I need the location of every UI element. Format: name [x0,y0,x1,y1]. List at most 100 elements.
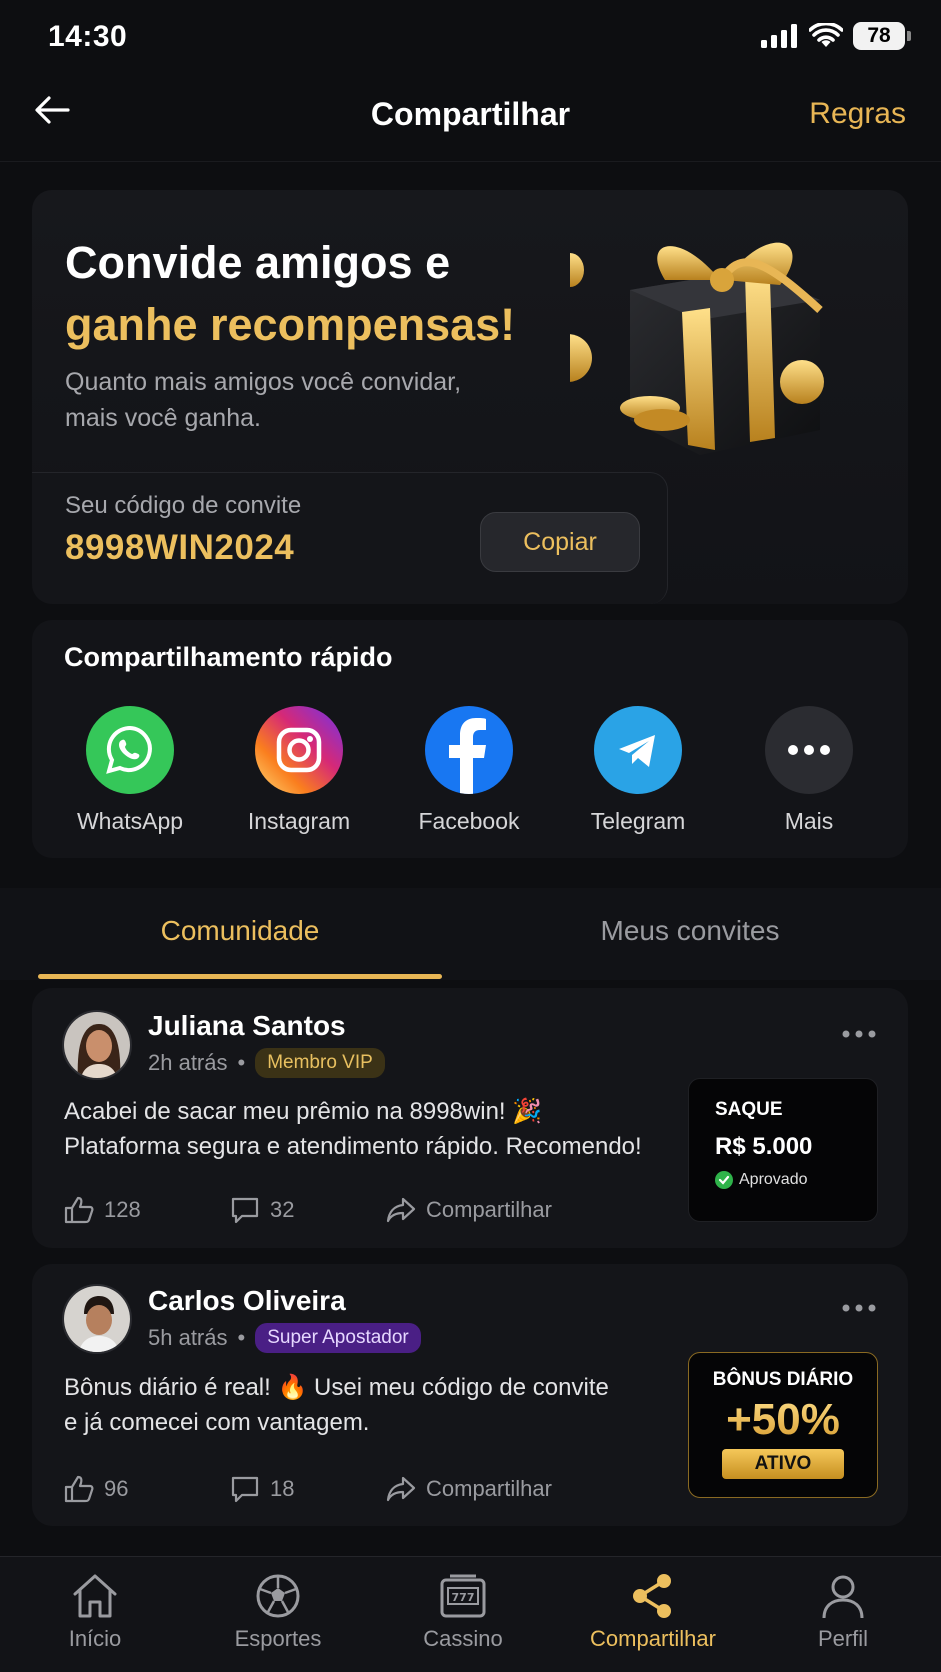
share-label: Compartilhar [426,1476,552,1501]
share-icon [386,1197,416,1223]
nav-home[interactable]: Início [20,1572,170,1652]
signal-icon [761,24,797,48]
hero-headline-line1: Convide amigos e [65,237,451,288]
copy-code-button[interactable]: Copiar [480,512,640,572]
post-text-line2: Plataforma segura e atendimento rápido. … [64,1133,642,1160]
hero-headline-line2: ganhe recompensas! [65,299,516,350]
comment-button[interactable]: 32 [230,1196,294,1224]
instagram-icon [255,706,343,794]
share-telegram[interactable]: Telegram [573,706,703,835]
quick-share-title: Compartilhamento rápido [64,642,393,672]
share-label: WhatsApp [76,808,184,834]
post-author[interactable]: Juliana Santos [148,1010,346,1042]
comment-count: 18 [270,1476,295,1501]
invite-code-label: Seu código de convite [65,492,302,519]
check-circle-icon [715,1171,733,1189]
thumbs-up-icon [64,1475,94,1503]
status-badge: Membro VIP [255,1048,385,1078]
withdrawal-status-label: Aprovado [739,1171,808,1188]
soccer-ball-icon [256,1574,300,1618]
telegram-icon [594,706,682,794]
battery-indicator: 78 [853,22,911,50]
post-text: Bônus diário é real! 🔥 Usei meu código d… [64,1370,609,1440]
like-count: 96 [104,1476,129,1501]
whatsapp-icon [86,706,174,794]
nav-casino[interactable]: 777 Cassino [388,1572,538,1652]
nav-profile[interactable]: Perfil [768,1572,918,1652]
wifi-icon [809,23,843,47]
hero-subtitle: Quanto mais amigos você convidar, mais v… [65,364,461,436]
rules-link[interactable]: Regras [809,97,906,131]
comment-icon [231,1476,259,1503]
post-time: 5h atrás [148,1325,228,1350]
share-label: Telegram [590,808,686,834]
share-label: Compartilhar [426,1197,552,1222]
share-instagram[interactable]: Instagram [234,706,364,835]
like-button[interactable]: 128 [64,1196,141,1224]
gift-box-illustration [570,242,824,455]
comment-icon [231,1197,259,1224]
user-icon [822,1575,864,1619]
like-count: 128 [104,1197,141,1222]
page-title: Compartilhar [370,96,571,132]
post-text: Acabei de sacar meu prêmio na 8998win! 🎉… [64,1094,642,1164]
share-label: Instagram [247,808,351,834]
svg-text:777: 777 [452,1591,475,1604]
status-badge: Super Apostador [255,1323,421,1353]
status-icons: 78 [761,22,911,50]
bonus-value: +50% [689,1395,877,1445]
nav-label: Compartilhar [590,1626,716,1651]
tab-community[interactable]: Comunidade [38,915,442,947]
withdrawal-card[interactable]: SAQUE R$ 5.000 Aprovado [688,1078,878,1222]
invite-code-value[interactable]: 8998WIN2024 [65,528,294,568]
daily-bonus-card[interactable]: BÔNUS DIÁRIO +50% ATIVO [688,1352,878,1498]
avatar[interactable] [62,1010,132,1080]
post-options-button[interactable] [842,1288,876,1320]
nav-share[interactable]: Compartilhar [578,1572,728,1652]
share-more[interactable]: Mais [744,706,874,835]
tab-my-invites[interactable]: Meus convites [490,915,890,947]
status-time: 14:30 [48,20,128,53]
facebook-icon [425,706,513,794]
nav-label: Perfil [817,1626,869,1651]
share-facebook[interactable]: Facebook [404,706,534,835]
hero-headline: Convide amigos e ganhe recompensas! [65,232,515,356]
post-share-button[interactable]: Compartilhar [386,1475,552,1503]
post-text-line1: Acabei de sacar meu prêmio na 8998win! 🎉 [64,1098,543,1125]
withdrawal-status: Aprovado [715,1171,877,1189]
comment-count: 32 [270,1197,295,1222]
bonus-status: ATIVO [722,1449,844,1479]
more-horizontal-icon [842,1304,876,1312]
post-author[interactable]: Carlos Oliveira [148,1285,346,1317]
more-icon [765,706,853,794]
share-icon [633,1574,671,1618]
separator-dot: • [237,1050,246,1075]
post-share-button[interactable]: Compartilhar [386,1196,552,1224]
comment-button[interactable]: 18 [230,1475,294,1503]
post-text-line1: Bônus diário é real! 🔥 Usei meu código d… [64,1374,609,1401]
slot-machine-icon: 777 [440,1574,486,1618]
home-icon [73,1574,117,1618]
share-icon [386,1476,416,1502]
post-meta: 2h atrás • Membro VIP [148,1048,385,1078]
post-text-line2: e já comecei com vantagem. [64,1409,370,1436]
more-horizontal-icon [842,1030,876,1038]
nav-label: Início [68,1626,122,1651]
share-label: Mais [784,808,834,834]
share-whatsapp[interactable]: WhatsApp [65,706,195,835]
separator-dot: • [237,1325,246,1350]
post-time: 2h atrás [148,1050,228,1075]
hero-subtitle-line1: Quanto mais amigos você convidar, [65,368,462,396]
nav-sports[interactable]: Esportes [203,1572,353,1652]
withdrawal-title: SAQUE [715,1099,783,1120]
avatar[interactable] [62,1284,132,1354]
hero-subtitle-line2: mais você ganha. [65,404,261,432]
share-label: Facebook [418,808,520,834]
tab-active-indicator [38,974,442,979]
nav-label: Cassino [423,1626,503,1651]
post-options-button[interactable] [842,1014,876,1046]
bonus-title: BÔNUS DIÁRIO [712,1369,854,1390]
nav-label: Esportes [234,1626,322,1651]
withdrawal-amount: R$ 5.000 [715,1133,813,1160]
like-button[interactable]: 96 [64,1475,128,1503]
